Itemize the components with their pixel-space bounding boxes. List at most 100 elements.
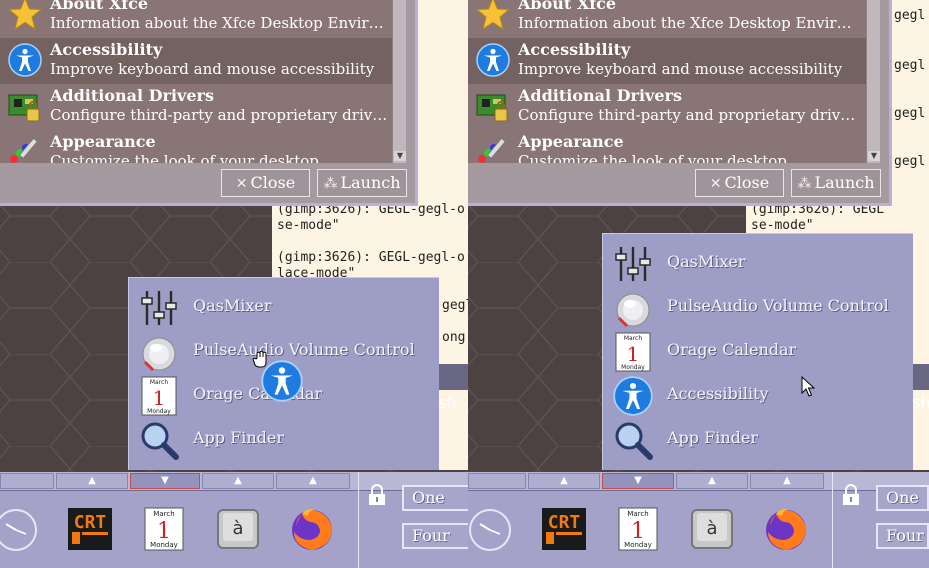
close-button[interactable]: ✕ Close — [695, 169, 784, 197]
settings-item-desc: Information about the Xfce Desktop Envir… — [50, 14, 384, 32]
terminal-line: gegl — [894, 8, 926, 23]
popup-item-label: Accessibility — [667, 384, 769, 403]
panel-arrow-down-button[interactable]: ▼ — [130, 473, 200, 489]
settings-manager-window[interactable]: About Xfce Information about the Xfce De… — [0, 0, 418, 206]
settings-list[interactable]: About Xfce Information about the Xfce De… — [0, 0, 392, 163]
launcher-popup-menu[interactable]: QasMixer PulseAudio Volume Control March… — [602, 233, 913, 470]
popup-item-qasmixer[interactable]: QasMixer — [603, 241, 913, 285]
panel-button-strip: ▲ ▼ ▲ ▲ — [0, 472, 468, 491]
popup-item-label: PulseAudio Volume Control — [193, 340, 415, 359]
paint-brush-icon — [10, 137, 39, 163]
mixer-sliders-icon — [141, 291, 177, 325]
star-icon — [476, 0, 510, 31]
accessibility-icon — [8, 43, 42, 77]
settings-item-accessibility[interactable]: Accessibility Improve keyboard and mouse… — [468, 38, 866, 84]
settings-item-desc: Improve keyboard and mouse accessibility — [518, 60, 843, 78]
settings-item-appearance[interactable]: Appearance Customize the look of your de… — [0, 130, 392, 163]
workspace-four-button[interactable]: Four — [402, 523, 468, 549]
panel-divider — [832, 472, 833, 568]
launch-button-label: Launch — [814, 173, 875, 192]
left-screenshot: gegl-o gegl-o gegl-o gegl-o (gimp:3626):… — [0, 0, 468, 568]
settings-item-additional-drivers[interactable]: Additional Drivers Configure third-party… — [0, 84, 392, 130]
settings-item-appearance[interactable]: Appearance Customize the look of your de… — [468, 130, 866, 163]
settings-item-about-xfce[interactable]: About Xfce Information about the Xfce De… — [0, 0, 392, 38]
launch-icon: ⁂ — [797, 176, 812, 192]
star-icon — [8, 0, 42, 31]
paint-brush-icon — [478, 137, 507, 163]
crt-monitor-icon[interactable]: CRT — [540, 504, 588, 552]
calendar-icon-month: March — [150, 379, 168, 386]
scroll-down-arrow[interactable]: ▼ — [868, 151, 880, 161]
calendar-icon-weekday: Monday — [150, 541, 178, 549]
lock-icon[interactable] — [367, 484, 387, 506]
popup-item-pulseaudio[interactable]: PulseAudio Volume Control — [603, 285, 913, 329]
settings-item-title: About Xfce — [50, 0, 149, 13]
right-screenshot: gegl gegl gegl gegl (gimp:3626): GEGL se… — [468, 0, 929, 568]
magnifier-icon — [615, 422, 653, 460]
panel-strip-segment[interactable] — [468, 473, 526, 489]
panel-strip-segment[interactable] — [0, 473, 54, 489]
panel-arrow-up-button[interactable]: ▲ — [750, 473, 824, 489]
popup-item-orage-calendar[interactable]: March 1 Monday Orage Calendar — [603, 329, 913, 373]
launch-button[interactable]: ⁂ Launch — [791, 169, 881, 197]
panel-arrow-up-button[interactable]: ▲ — [56, 473, 128, 489]
panel-arrow-up-button[interactable]: ▲ — [528, 473, 600, 489]
settings-scrollbar[interactable]: ▼ — [866, 0, 880, 163]
keyboard-key-icon[interactable]: à — [214, 504, 262, 552]
accessibility-icon — [613, 376, 653, 416]
crt-icon-text: CRT — [74, 512, 107, 533]
workspace-one-button[interactable]: One — [402, 485, 468, 511]
workspace-one-button[interactable]: One — [876, 485, 929, 511]
settings-manager-window[interactable]: About Xfce Information about the Xfce De… — [468, 0, 892, 206]
calendar-icon-weekday: Monday — [621, 364, 645, 371]
lock-icon[interactable] — [841, 484, 861, 506]
settings-item-desc: Customize the look of your desktop — [50, 152, 319, 163]
terminal-tab-label: sh — [912, 393, 929, 412]
popup-item-label: QasMixer — [667, 252, 746, 271]
calendar-icon[interactable]: March1Monday — [614, 504, 662, 552]
panel-arrow-up-button[interactable]: ▲ — [202, 473, 274, 489]
crt-icon-text: CRT — [548, 512, 581, 533]
panel-arrow-up-button[interactable]: ▲ — [276, 473, 350, 489]
popup-item-app-finder[interactable]: App Finder — [129, 417, 439, 461]
workspace-four-button[interactable]: Four — [876, 523, 929, 549]
scroll-down-arrow[interactable]: ▼ — [394, 151, 406, 161]
panel-divider — [358, 472, 359, 568]
settings-item-accessibility[interactable]: Accessibility Improve keyboard and mouse… — [0, 38, 392, 84]
launch-button[interactable]: ⁂ Launch — [317, 169, 407, 197]
settings-item-title: Appearance — [50, 132, 156, 151]
popup-item-label: App Finder — [193, 428, 285, 447]
crt-monitor-icon[interactable]: CRT — [66, 504, 114, 552]
clock-icon[interactable] — [0, 504, 40, 552]
settings-list[interactable]: About Xfce Information about the Xfce De… — [468, 0, 866, 163]
settings-scrollbar[interactable]: ▼ — [392, 0, 406, 163]
bottom-panel: ▲ ▼ ▲ ▲ CRT March 1 Monday à One Four — [468, 472, 929, 568]
panel-arrow-up-button[interactable]: ▲ — [676, 473, 748, 489]
terminal-line: gegl — [894, 58, 926, 73]
popup-item-accessibility[interactable]: Accessibility — [603, 373, 913, 417]
settings-item-title: Additional Drivers — [50, 86, 214, 105]
arrow-cursor-icon — [801, 376, 815, 397]
terminal-tab-label: sh — [438, 393, 457, 412]
firefox-icon[interactable] — [762, 504, 810, 552]
popup-item-app-finder[interactable]: App Finder — [603, 417, 913, 461]
close-button[interactable]: ✕ Close — [221, 169, 310, 197]
settings-item-title: Accessibility — [518, 40, 631, 59]
bottom-panel: ▲ ▼ ▲ ▲ CRT March 1 Monday à One Four — [0, 472, 468, 568]
firefox-icon[interactable] — [288, 504, 336, 552]
settings-item-additional-drivers[interactable]: Additional Drivers Configure third-party… — [468, 84, 866, 130]
popup-item-qasmixer[interactable]: QasMixer — [129, 285, 439, 329]
calendar-icon[interactable]: March1Monday — [140, 504, 188, 552]
settings-item-title: About Xfce — [518, 0, 617, 13]
calendar-icon-weekday: Monday — [147, 408, 171, 415]
settings-item-about-xfce[interactable]: About Xfce Information about the Xfce De… — [468, 0, 866, 38]
keyboard-key-icon[interactable]: à — [688, 504, 736, 552]
settings-item-desc: Information about the Xfce Desktop Envir… — [518, 14, 852, 32]
calendar-icon: March1Monday — [141, 376, 177, 416]
settings-item-desc: Configure third-party and proprietary dr… — [50, 106, 388, 124]
clock-icon[interactable] — [468, 504, 514, 552]
popup-item-label: QasMixer — [193, 296, 272, 315]
panel-arrow-down-button[interactable]: ▼ — [602, 473, 674, 489]
popup-item-label: Orage Calendar — [667, 340, 797, 359]
circuit-board-icon — [476, 94, 508, 122]
